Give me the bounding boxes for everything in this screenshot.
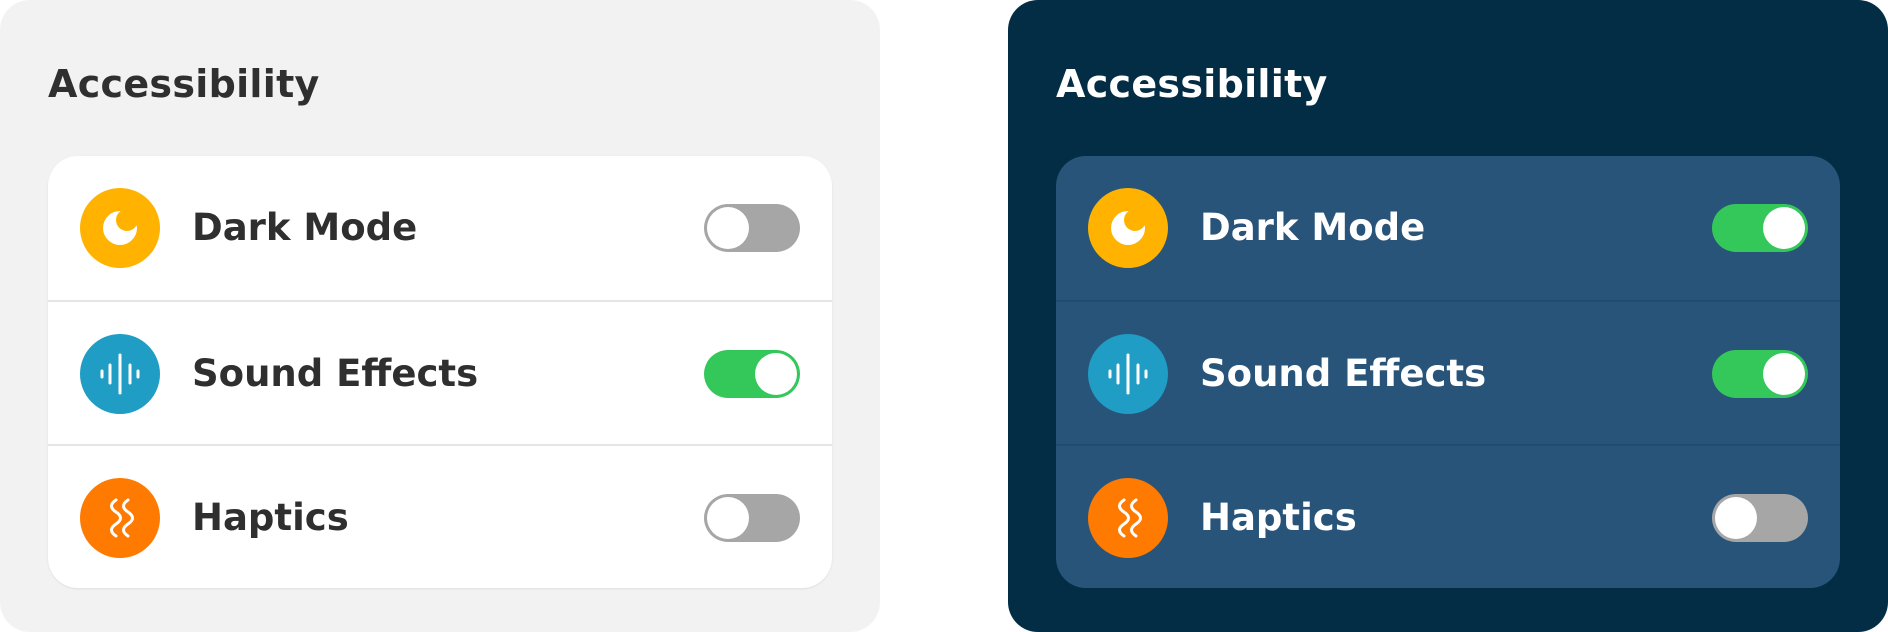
toggle-knob <box>707 207 749 249</box>
vibration-icon <box>80 478 160 558</box>
setting-row-dark-mode: Dark Mode <box>48 156 832 300</box>
toggle-knob <box>1763 353 1805 395</box>
toggle-knob <box>1763 207 1805 249</box>
moon-icon <box>1088 188 1168 268</box>
panel-title: Accessibility <box>48 62 320 106</box>
sound-wave-icon <box>80 334 160 414</box>
moon-icon <box>80 188 160 268</box>
setting-label: Sound Effects <box>1200 352 1487 395</box>
toggle-knob <box>755 353 797 395</box>
dark-mode-toggle[interactable] <box>704 204 800 252</box>
setting-row-dark-mode: Dark Mode <box>1056 156 1840 300</box>
sound-wave-icon <box>1088 334 1168 414</box>
toggle-knob <box>1715 497 1757 539</box>
sound-effects-toggle[interactable] <box>1712 350 1808 398</box>
accessibility-panel-dark: Accessibility Dark Mode Sound Effects Ha… <box>1008 0 1888 632</box>
accessibility-panel-light: Accessibility Dark Mode Sound Effects Ha… <box>0 0 880 632</box>
dark-mode-toggle[interactable] <box>1712 204 1808 252</box>
setting-label: Dark Mode <box>192 206 418 249</box>
setting-label: Sound Effects <box>192 352 479 395</box>
sound-effects-toggle[interactable] <box>704 350 800 398</box>
vibration-icon <box>1088 478 1168 558</box>
toggle-knob <box>707 497 749 539</box>
haptics-toggle[interactable] <box>1712 494 1808 542</box>
setting-row-haptics: Haptics <box>1056 444 1840 588</box>
stage: Accessibility Dark Mode Sound Effects Ha… <box>0 0 1888 632</box>
setting-row-sound-effects: Sound Effects <box>48 300 832 444</box>
settings-card: Dark Mode Sound Effects Haptics <box>1056 156 1840 588</box>
haptics-toggle[interactable] <box>704 494 800 542</box>
setting-row-haptics: Haptics <box>48 444 832 588</box>
setting-label: Haptics <box>192 496 349 539</box>
setting-label: Haptics <box>1200 496 1357 539</box>
settings-card: Dark Mode Sound Effects Haptics <box>48 156 832 588</box>
setting-label: Dark Mode <box>1200 206 1426 249</box>
panel-title: Accessibility <box>1056 62 1328 106</box>
setting-row-sound-effects: Sound Effects <box>1056 300 1840 444</box>
